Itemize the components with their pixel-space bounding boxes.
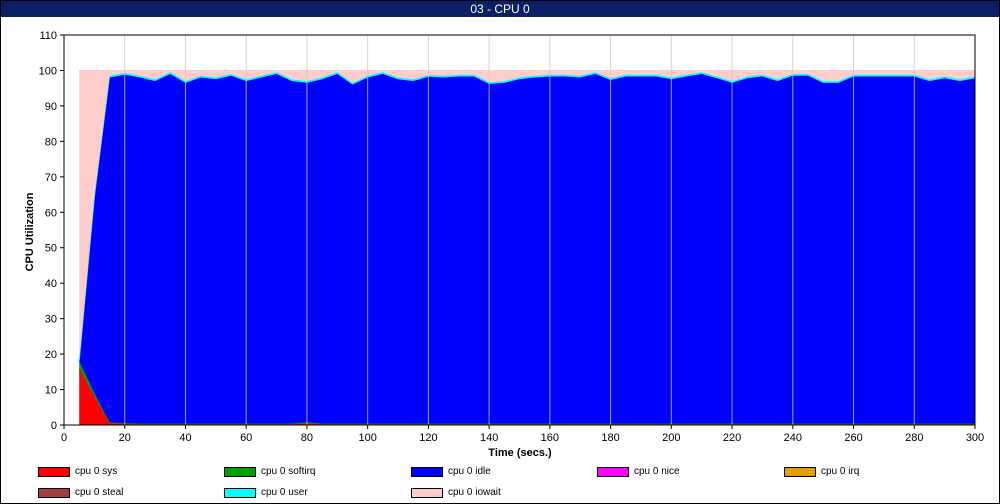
y-tick-label: 80 [45, 136, 57, 148]
legend-label: cpu 0 nice [634, 466, 680, 477]
legend-item-cpu-0-steal: cpu 0 steal [38, 486, 123, 500]
cpu-utilization-chart: 0 20 40 60 80 100 120 140 160 180 200 220 240 260 280 3… [24, 30, 984, 459]
x-tick-label: 120 [419, 432, 437, 444]
y-tick-label: 10 [45, 385, 57, 397]
legend-item-cpu-0-sys: cpu 0 sys [38, 465, 117, 479]
legend-item-cpu-0-nice: cpu 0 nice [597, 465, 680, 479]
legend-swatch [784, 467, 816, 477]
x-tick-label: 140 [480, 432, 498, 444]
x-tick-label: 260 [844, 432, 862, 444]
x-tick-label: 220 [723, 432, 741, 444]
legend-swatch [411, 467, 443, 477]
y-tick-label: 90 [45, 101, 57, 113]
legend-swatch [224, 488, 256, 498]
legend-label: cpu 0 irq [821, 466, 860, 477]
x-tick-label: 180 [601, 432, 619, 444]
legend-swatch [38, 467, 70, 477]
legend-swatch [597, 467, 629, 477]
x-tick-label: 160 [541, 432, 559, 444]
x-tick-label: 100 [358, 432, 376, 444]
y-tick-label: 60 [45, 207, 57, 219]
x-tick-label: 20 [119, 432, 131, 444]
y-tick-label: 70 [45, 172, 57, 184]
y-tick-label: 100 [39, 65, 57, 77]
y-tick-label: 0 [51, 420, 57, 432]
x-tick-label: 60 [240, 432, 252, 444]
legend-swatch [224, 467, 256, 477]
legend-label: cpu 0 sys [75, 466, 118, 477]
x-tick-label: 300 [966, 432, 984, 444]
x-tick-label: 280 [905, 432, 923, 444]
x-tick-label: 200 [662, 432, 680, 444]
x-tick-label: 40 [179, 432, 191, 444]
y-tick-label: 30 [45, 314, 57, 326]
legend-swatch [411, 488, 443, 498]
legend-item-cpu-0-idle: cpu 0 idle [411, 465, 491, 479]
legend-label: cpu 0 user [261, 487, 308, 498]
x-tick-label: 80 [301, 432, 313, 444]
area-cpu-0-idle [79, 74, 975, 424]
legend-item-cpu-0-irq: cpu 0 irq [784, 465, 859, 479]
y-tick-label: 40 [45, 278, 57, 290]
x-tick-label: 0 [61, 432, 67, 444]
legend-label: cpu 0 steal [75, 487, 124, 498]
y-tick-label: 110 [39, 30, 57, 42]
legend-label: cpu 0 idle [448, 466, 491, 477]
legend-swatch [38, 488, 70, 498]
legend-label: cpu 0 iowait [448, 487, 501, 498]
x-tick-label: 240 [784, 432, 802, 444]
legend: cpu 0 sys cpu 0 softirq cpu 0 idle cpu 0 ni… [0, 462, 1000, 504]
y-tick-label: 20 [45, 349, 57, 361]
legend-item-cpu-0-softirq: cpu 0 softirq [224, 465, 315, 479]
legend-item-cpu-0-iowait: cpu 0 iowait [411, 486, 501, 500]
legend-label: cpu 0 softirq [261, 466, 316, 477]
y-tick-label: 50 [45, 243, 57, 255]
y-axis-label: CPU Utilization [24, 192, 36, 271]
x-axis-label: Time (secs.) [488, 447, 552, 459]
legend-item-cpu-0-user: cpu 0 user [224, 486, 308, 500]
